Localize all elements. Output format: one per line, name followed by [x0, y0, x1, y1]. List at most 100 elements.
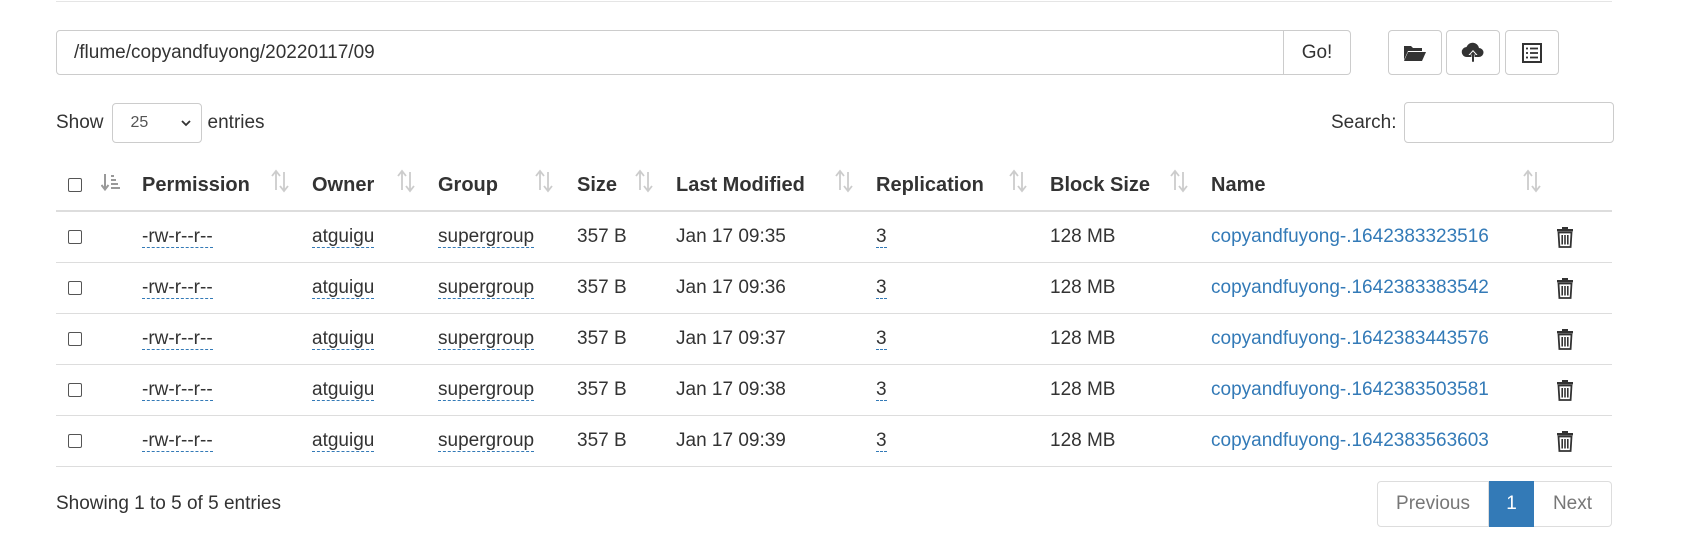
previous-page-button[interactable]: Previous	[1377, 481, 1489, 527]
top-divider	[56, 1, 1612, 2]
search-label: Search:	[1331, 111, 1397, 133]
size-value: 357 B	[577, 379, 627, 400]
trash-icon[interactable]	[1556, 226, 1574, 248]
owner-cell: atguigu	[312, 263, 375, 313]
owner-cell: atguigu	[312, 314, 375, 364]
last-modified-value: Jan 17 09:36	[676, 277, 786, 298]
owner-value[interactable]: atguigu	[312, 277, 375, 300]
row-checkbox[interactable]	[68, 332, 82, 346]
search-input[interactable]	[1404, 102, 1615, 143]
select-all-checkbox[interactable]	[68, 178, 82, 192]
permission-cell: -rw-r--r--	[142, 314, 213, 364]
pagination: Previous 1 Next	[1377, 481, 1612, 527]
permission-cell: -rw-r--r--	[142, 212, 213, 262]
replication-value[interactable]: 3	[876, 328, 887, 351]
folder-open-icon	[1404, 45, 1426, 61]
trash-icon[interactable]	[1556, 379, 1574, 401]
upload-button[interactable]	[1446, 30, 1500, 75]
entries-per-page-select[interactable]: 25	[111, 103, 202, 143]
group-cell: supergroup	[438, 365, 535, 415]
owner-value[interactable]: atguigu	[312, 379, 375, 402]
permission-value[interactable]: -rw-r--r--	[142, 379, 213, 402]
replication-cell: 3	[876, 416, 887, 466]
trash-icon[interactable]	[1556, 430, 1574, 452]
replication-value[interactable]: 3	[876, 430, 887, 453]
sort-icon	[835, 169, 853, 193]
chevron-down-icon	[180, 120, 191, 127]
row-checkbox-cell	[68, 416, 82, 466]
name-cell: copyandfuyong-.1642383503581	[1211, 365, 1489, 415]
group-value[interactable]: supergroup	[438, 379, 535, 402]
row-checkbox-cell	[68, 365, 82, 415]
permission-value[interactable]: -rw-r--r--	[142, 277, 213, 300]
row-checkbox[interactable]	[68, 230, 82, 244]
table-row: -rw-r--r-- atguigu supergroup 357 B Jan …	[56, 365, 1612, 416]
next-page-button[interactable]: Next	[1534, 481, 1612, 527]
trash-icon[interactable]	[1556, 328, 1574, 350]
table-row: -rw-r--r-- atguigu supergroup 357 B Jan …	[56, 314, 1612, 365]
entries-per-page-value: 25	[130, 114, 149, 131]
table-row: -rw-r--r-- atguigu supergroup 357 B Jan …	[56, 212, 1612, 263]
replication-value[interactable]: 3	[876, 379, 887, 402]
owner-value[interactable]: atguigu	[312, 328, 375, 351]
cloud-upload-icon	[1461, 42, 1484, 62]
delete-cell	[1556, 263, 1574, 313]
table-row: -rw-r--r-- atguigu supergroup 357 B Jan …	[56, 416, 1612, 467]
size-value: 357 B	[577, 328, 627, 349]
group-value[interactable]: supergroup	[438, 430, 535, 453]
block-size-value: 128 MB	[1050, 277, 1116, 298]
header-name[interactable]: Name	[1211, 160, 1265, 210]
group-value[interactable]: supergroup	[438, 328, 535, 351]
cut-paste-button[interactable]	[1505, 30, 1559, 75]
header-size[interactable]: Size	[577, 160, 617, 210]
group-cell: supergroup	[438, 212, 535, 262]
file-name-link[interactable]: copyandfuyong-.1642383503581	[1211, 379, 1489, 401]
block-size-value: 128 MB	[1050, 226, 1116, 247]
size-value: 357 B	[577, 226, 627, 247]
replication-value[interactable]: 3	[876, 226, 887, 249]
header-owner[interactable]: Owner	[312, 160, 374, 210]
permission-value[interactable]: -rw-r--r--	[142, 328, 213, 351]
header-block-size[interactable]: Block Size	[1050, 160, 1150, 210]
owner-value[interactable]: atguigu	[312, 226, 375, 249]
row-checkbox-cell	[68, 212, 82, 262]
sort-icon	[1009, 169, 1027, 193]
header-permission[interactable]: Permission	[142, 160, 250, 210]
delete-cell	[1556, 212, 1574, 262]
name-cell: copyandfuyong-.1642383383542	[1211, 263, 1489, 313]
header-last-modified[interactable]: Last Modified	[676, 160, 805, 210]
row-checkbox[interactable]	[68, 434, 82, 448]
file-name-link[interactable]: copyandfuyong-.1642383383542	[1211, 277, 1489, 299]
header-replication[interactable]: Replication	[876, 160, 984, 210]
sort-icon	[1170, 169, 1188, 193]
group-value[interactable]: supergroup	[438, 277, 535, 300]
delete-cell	[1556, 314, 1574, 364]
size-value: 357 B	[577, 277, 627, 298]
row-checkbox[interactable]	[68, 281, 82, 295]
permission-cell: -rw-r--r--	[142, 416, 213, 466]
table-body: -rw-r--r-- atguigu supergroup 357 B Jan …	[56, 212, 1612, 467]
replication-value[interactable]: 3	[876, 277, 887, 300]
size-value: 357 B	[577, 430, 627, 451]
owner-value[interactable]: atguigu	[312, 430, 375, 453]
trash-icon[interactable]	[1556, 277, 1574, 299]
search-control: Search:	[1331, 102, 1615, 143]
sort-amount-icon[interactable]	[101, 173, 121, 191]
file-name-link[interactable]: copyandfuyong-.1642383323516	[1211, 226, 1489, 248]
row-checkbox[interactable]	[68, 383, 82, 397]
file-name-link[interactable]: copyandfuyong-.1642383563603	[1211, 430, 1489, 452]
create-directory-button[interactable]	[1388, 30, 1442, 75]
table-info: Showing 1 to 5 of 5 entries	[56, 493, 281, 514]
replication-cell: 3	[876, 212, 887, 262]
permission-value[interactable]: -rw-r--r--	[142, 226, 213, 249]
permission-value[interactable]: -rw-r--r--	[142, 430, 213, 453]
replication-cell: 3	[876, 263, 887, 313]
go-button[interactable]: Go!	[1284, 30, 1351, 75]
row-checkbox-cell	[68, 314, 82, 364]
group-cell: supergroup	[438, 263, 535, 313]
file-name-link[interactable]: copyandfuyong-.1642383443576	[1211, 328, 1489, 350]
path-input[interactable]	[56, 30, 1284, 75]
page-1-button[interactable]: 1	[1489, 481, 1534, 527]
header-group[interactable]: Group	[438, 160, 498, 210]
group-value[interactable]: supergroup	[438, 226, 535, 249]
